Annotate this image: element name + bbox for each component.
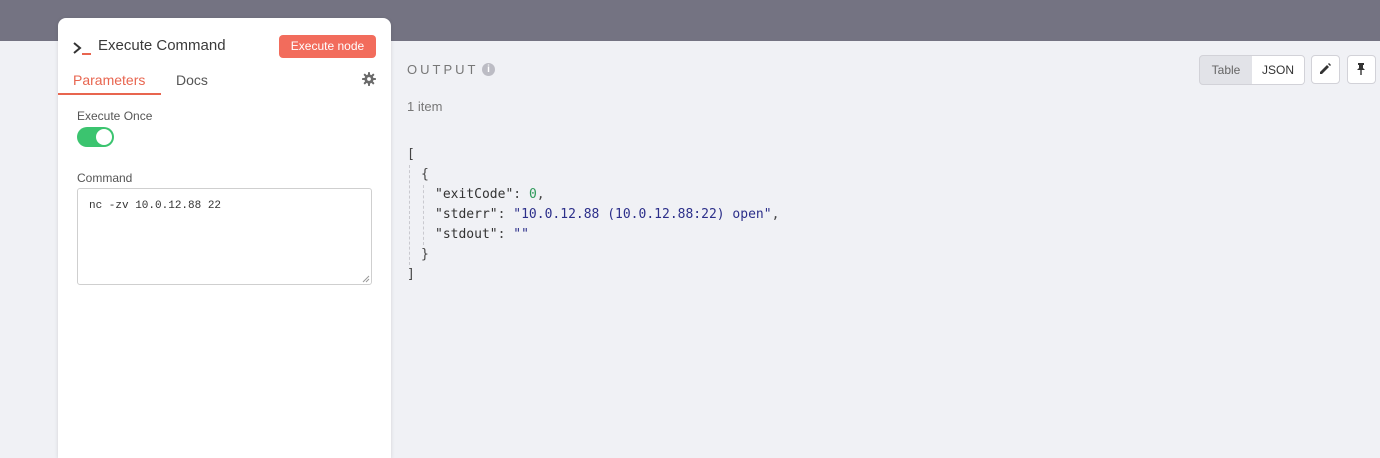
execute-once-toggle[interactable] <box>77 127 114 147</box>
view-mode-switch: Table JSON <box>1199 55 1305 85</box>
json-key-exitcode: "exitCode" <box>435 187 514 202</box>
view-json-button[interactable]: JSON <box>1252 56 1304 84</box>
command-value: nc -zv 10.0.12.88 22 <box>89 200 222 212</box>
command-label: Command <box>77 171 133 185</box>
json-line: [ <box>407 145 415 165</box>
toggle-knob <box>96 129 112 145</box>
json-line: ] <box>407 265 415 285</box>
active-tab-indicator <box>58 93 161 95</box>
execute-once-label: Execute Once <box>77 109 153 123</box>
json-line: "stderr": "10.0.12.88 (10.0.12.88:22) op… <box>435 207 780 222</box>
json-line: } <box>421 245 429 265</box>
json-open-bracket: [ <box>407 147 415 162</box>
json-line: "stdout": "" <box>435 227 529 242</box>
node-parameters-panel: Execute Command Execute node Parameters … <box>58 18 391 458</box>
json-close-bracket: ] <box>407 267 415 282</box>
edit-output-button[interactable] <box>1311 55 1340 84</box>
execute-node-button[interactable]: Execute node <box>279 35 376 58</box>
json-value-stdout: "" <box>513 227 529 242</box>
tab-parameters[interactable]: Parameters <box>73 72 145 88</box>
view-table-button[interactable]: Table <box>1200 56 1252 84</box>
pin-icon <box>1357 63 1365 75</box>
panel-header: Execute Command Execute node Parameters … <box>58 18 391 96</box>
json-line: "exitCode": 0, <box>435 187 545 202</box>
json-value-stderr: "10.0.12.88 (10.0.12.88:22) open" <box>513 207 772 222</box>
pencil-icon <box>1320 63 1331 74</box>
json-line: { <box>421 165 429 185</box>
command-input[interactable]: nc -zv 10.0.12.88 22 <box>77 188 372 285</box>
json-open-brace: { <box>421 167 429 182</box>
json-value-exitcode: 0 <box>528 187 537 202</box>
json-key-stderr: "stderr" <box>435 207 498 222</box>
json-close-brace: } <box>421 247 429 262</box>
pin-data-button[interactable] <box>1347 55 1376 84</box>
json-key-stdout: "stdout" <box>435 227 498 242</box>
resize-handle-icon[interactable] <box>362 275 370 283</box>
node-title: Execute Command <box>98 37 226 54</box>
tab-docs[interactable]: Docs <box>176 72 208 88</box>
items-count: 1 item <box>407 99 443 114</box>
parameters-body: Execute Once Command nc -zv 10.0.12.88 2… <box>58 96 391 458</box>
indent-guide <box>409 165 410 265</box>
terminal-icon <box>73 42 91 55</box>
gear-icon[interactable] <box>362 72 376 86</box>
info-icon[interactable]: i <box>482 63 495 76</box>
output-title: OUTPUT <box>407 62 479 77</box>
indent-guide <box>423 185 424 245</box>
